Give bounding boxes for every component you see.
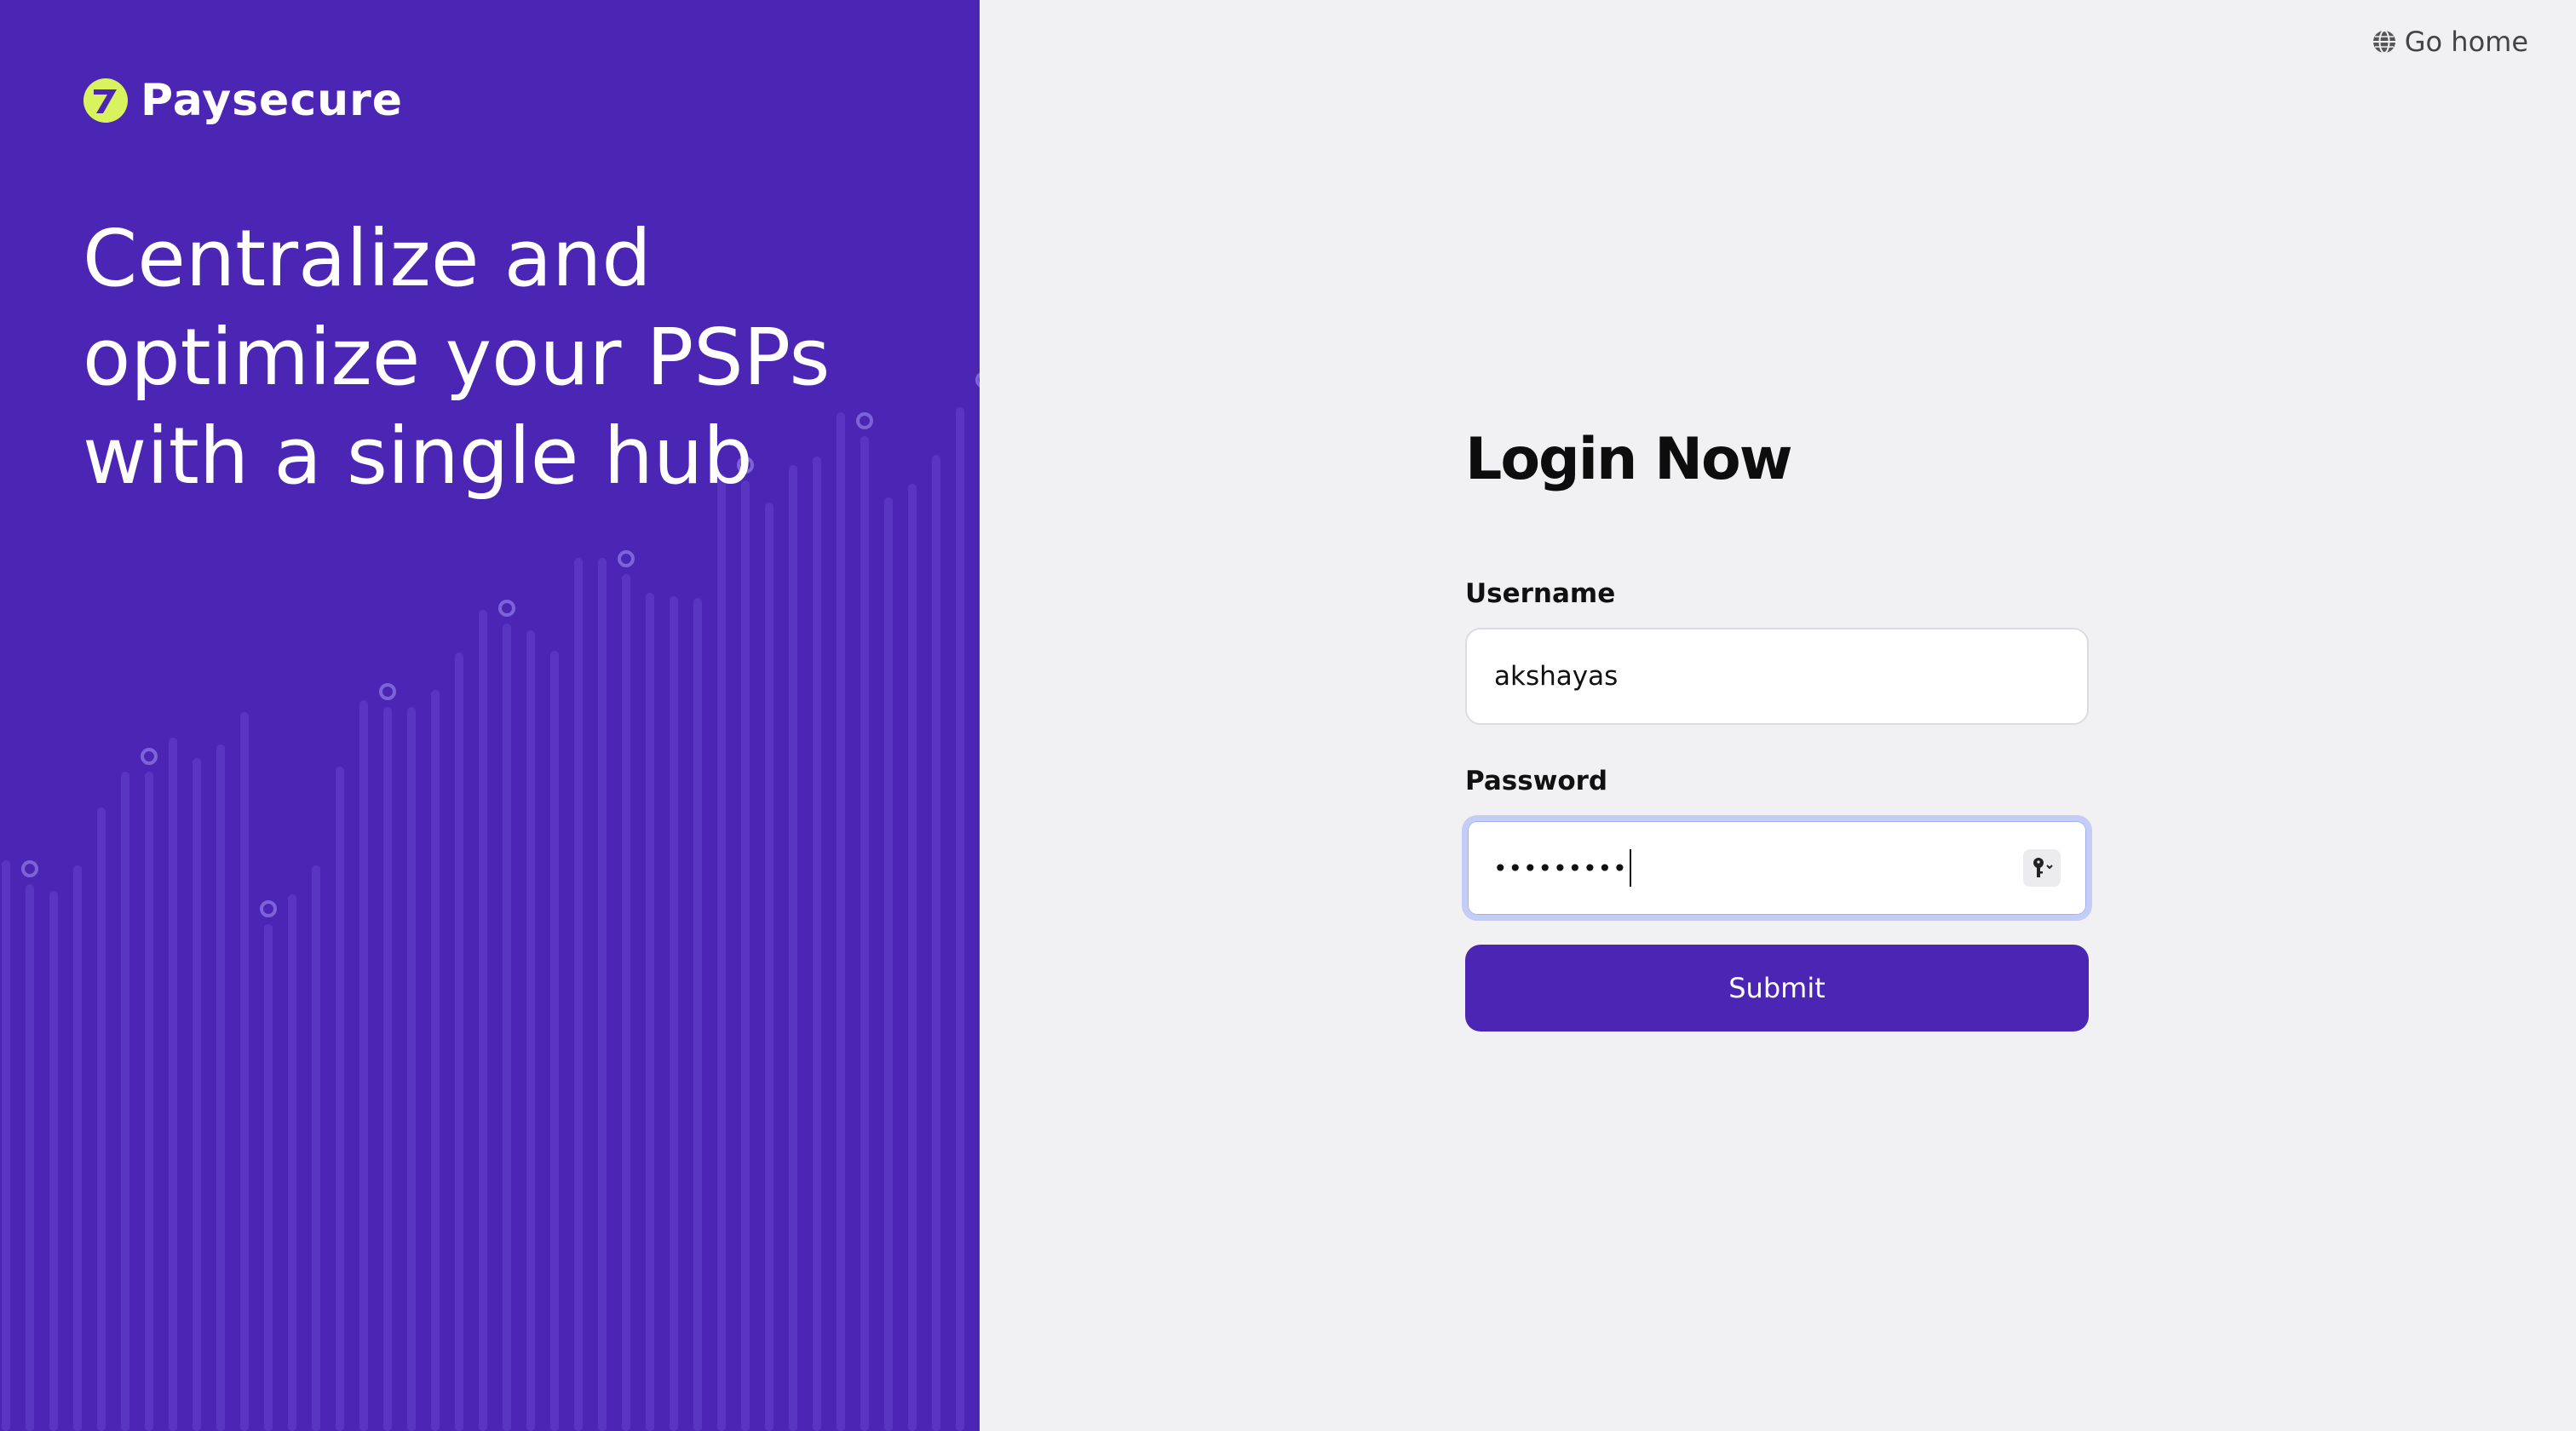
password-manager-button[interactable] bbox=[2023, 849, 2061, 887]
decorative-bar bbox=[741, 480, 750, 1431]
decorative-bar bbox=[97, 807, 106, 1431]
go-home-link[interactable]: Go home bbox=[2371, 26, 2528, 58]
decorative-bar bbox=[860, 436, 869, 1431]
login-title: Login Now bbox=[1465, 426, 1793, 493]
paysecure-logo-icon bbox=[83, 78, 128, 123]
decorative-bar bbox=[264, 924, 273, 1431]
decorative-bar bbox=[26, 884, 34, 1431]
decorative-bar bbox=[49, 891, 58, 1431]
decorative-bar bbox=[145, 772, 153, 1431]
decorative-bar bbox=[908, 484, 917, 1431]
brand-panel: Paysecure Centralize and optimize your P… bbox=[0, 0, 980, 1431]
decorative-bar bbox=[407, 707, 416, 1431]
decorative-bar bbox=[431, 690, 440, 1431]
text-caret bbox=[1629, 849, 1631, 887]
decorative-bar bbox=[240, 712, 249, 1431]
decorative-bar bbox=[932, 455, 940, 1431]
key-icon bbox=[2033, 858, 2053, 877]
decorative-bar bbox=[288, 894, 296, 1431]
login-page: Paysecure Centralize and optimize your P… bbox=[0, 0, 2576, 1431]
decorative-bar bbox=[383, 707, 392, 1431]
field-spacer bbox=[1465, 725, 2089, 766]
decorative-bar bbox=[884, 497, 893, 1431]
decorative-bar bbox=[336, 767, 344, 1431]
decorative-bar bbox=[526, 630, 535, 1431]
decorative-bar-marker bbox=[379, 683, 396, 700]
tagline-line-2: optimize your PSPs bbox=[83, 312, 831, 403]
password-input[interactable]: ••••••••• bbox=[1462, 815, 2092, 921]
decorative-bar-marker bbox=[260, 900, 277, 917]
decorative-bar-marker bbox=[498, 600, 515, 617]
globe-icon bbox=[2372, 30, 2395, 54]
go-home-label: Go home bbox=[2404, 26, 2528, 58]
submit-label: Submit bbox=[1728, 972, 1826, 1004]
username-value: akshayas bbox=[1494, 661, 1619, 692]
decorative-bar bbox=[2, 860, 10, 1431]
decorative-bar bbox=[550, 651, 559, 1431]
decorative-bar bbox=[193, 758, 201, 1431]
decorative-bar bbox=[216, 744, 225, 1431]
decorative-bar bbox=[813, 457, 821, 1431]
decorative-bar bbox=[503, 624, 511, 1431]
decorative-bar bbox=[956, 407, 964, 1431]
decorative-bar bbox=[765, 503, 773, 1431]
decorative-bar bbox=[121, 772, 129, 1431]
decorative-bar-marker bbox=[618, 550, 635, 567]
tagline-line-3: with a single hub bbox=[83, 411, 753, 502]
decorative-bar bbox=[837, 412, 845, 1431]
brand-logo: Paysecure bbox=[83, 75, 403, 126]
decorative-bar bbox=[717, 474, 726, 1431]
decorative-bar bbox=[574, 558, 583, 1431]
brand-name: Paysecure bbox=[141, 75, 404, 126]
hero-tagline: Centralize and optimize your PSPs with a… bbox=[83, 210, 934, 506]
decorative-bar bbox=[479, 610, 487, 1431]
decorative-bar bbox=[455, 652, 463, 1431]
tagline-line-1: Centralize and bbox=[83, 213, 652, 304]
decorative-bar bbox=[622, 574, 630, 1431]
decorative-bar-marker bbox=[21, 860, 38, 877]
decorative-bar bbox=[598, 558, 607, 1431]
decorative-bar bbox=[646, 593, 654, 1431]
decorative-bar bbox=[359, 700, 368, 1431]
decorative-bar bbox=[312, 865, 320, 1431]
username-input[interactable]: akshayas bbox=[1465, 628, 2089, 725]
login-form: Login Now Username akshayas Password •••… bbox=[1462, 426, 2092, 1032]
decorative-bar bbox=[789, 465, 797, 1431]
login-panel: Go home Login Now Username akshayas Pass… bbox=[980, 0, 2576, 1431]
password-label: Password bbox=[1465, 766, 1608, 796]
decorative-bar bbox=[693, 598, 702, 1431]
username-label: Username bbox=[1465, 578, 1616, 609]
decorative-bar bbox=[73, 865, 82, 1431]
password-value: ••••••••• bbox=[1493, 853, 1628, 882]
submit-button[interactable]: Submit bbox=[1465, 945, 2089, 1032]
decorative-bar bbox=[169, 738, 177, 1431]
decorative-bar-marker bbox=[141, 748, 158, 765]
decorative-bar bbox=[670, 596, 678, 1431]
